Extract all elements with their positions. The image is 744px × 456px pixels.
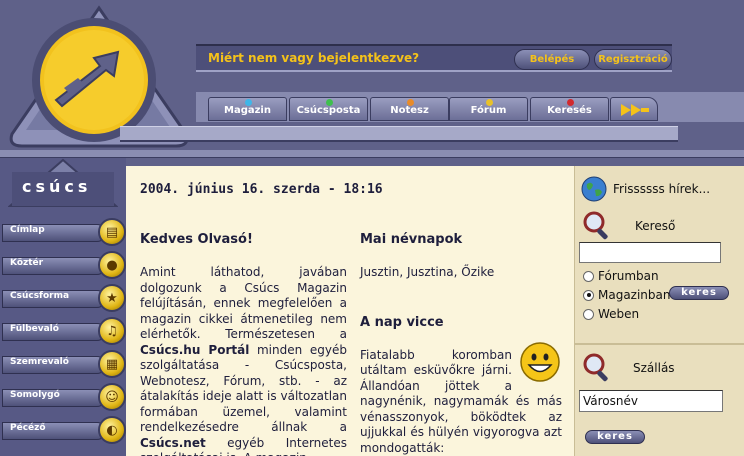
radio-button[interactable] — [583, 308, 594, 320]
sidebar-item-somolygo[interactable]: Somolygó ☺ — [0, 383, 126, 411]
namedays-text: Jusztin, Jusztina, Őzike — [360, 265, 495, 279]
sidebar-item-label: Csúcsforma — [10, 291, 70, 301]
radio-label: Fórumban — [598, 269, 659, 283]
news-link-row[interactable]: Frissssss hírek... — [581, 176, 710, 202]
greeting-column: Kedves Olvasó! Amint láthatod, javában d… — [140, 232, 347, 456]
divider — [575, 343, 744, 345]
tab-notesz[interactable]: Notesz — [370, 97, 449, 121]
radio-magazinban[interactable]: Magazinban — [583, 288, 671, 302]
status-led-icon — [567, 99, 574, 106]
tab-csucsposta[interactable]: Csúcsposta — [289, 97, 368, 121]
greeting-text-part: Amint láthatod, javában dolgozunk a Csúc… — [140, 265, 347, 341]
tab-forum[interactable]: Fórum — [449, 97, 528, 121]
register-button[interactable]: Regisztráció — [594, 49, 672, 70]
runner-icon: ★ — [98, 284, 126, 312]
joke-text: Fiatalabb koromban utáltam esküvőkre jár… — [360, 341, 562, 456]
tab-magazin[interactable]: Magazin — [208, 97, 287, 121]
info-column: Mai névnapok Jusztin, Jusztina, Őzike A … — [360, 232, 562, 456]
lodging-heading-row: Szállás — [581, 352, 675, 384]
radio-button[interactable] — [583, 270, 594, 282]
login-button[interactable]: Belépés — [514, 49, 590, 70]
news-link[interactable]: Frissssss hírek... — [613, 182, 710, 196]
tab-label: Keresés — [547, 105, 592, 116]
sidebar-item-label: Szemrevaló — [10, 357, 69, 367]
search-title: Kereső — [635, 219, 676, 233]
sidebar-item-label: Somolygó — [10, 390, 60, 400]
smiley-icon: ☺ — [98, 383, 126, 411]
music-note-icon: ♫ — [98, 317, 126, 345]
sidebar-item-label: Fülbevaló — [10, 324, 59, 334]
portal-link[interactable]: Csúcs.hu Portál — [140, 343, 249, 357]
sidebar-item-pecezo[interactable]: Pécéző ◐ — [0, 416, 126, 444]
sidebar-item-fulbevalo[interactable]: Fülbevaló ♫ — [0, 317, 126, 345]
main-content: 2004. június 16. szerda - 18:16 Kedves O… — [126, 166, 574, 456]
header-divider — [0, 150, 744, 158]
greeting-text: Amint láthatod, javában dolgozunk a Csúc… — [140, 265, 347, 456]
csucs-net-link[interactable]: Csúcs.net — [140, 436, 206, 450]
sidebar: csúcs Címlap ▤ Köztér ● Csúcsforma ★ Fül… — [0, 158, 126, 456]
header-rail — [120, 126, 678, 142]
radio-forumban[interactable]: Fórumban — [583, 269, 659, 283]
sidebar-item-label: Köztér — [10, 258, 44, 268]
tab-kereses[interactable]: Keresés — [530, 97, 609, 121]
site-header: Miért nem vagy bejelentkezve? Belépés Re… — [0, 0, 744, 150]
search-heading-row: Kereső — [581, 210, 675, 242]
tab-label: Csúcsposta — [296, 105, 361, 116]
status-led-icon — [245, 99, 252, 106]
microphone-icon: ● — [98, 251, 126, 279]
radio-button-checked[interactable] — [583, 289, 594, 301]
status-led-icon — [407, 99, 414, 106]
lodging-title: Szállás — [633, 361, 675, 375]
globe-icon — [581, 176, 607, 202]
sidebar-item-szemrevalo[interactable]: Szemrevaló ▦ — [0, 350, 126, 378]
tab-label: Magazin — [224, 105, 271, 116]
radio-weben[interactable]: Weben — [583, 307, 639, 321]
double-arrow-right-icon — [621, 104, 649, 116]
sidebar-item-cimlap[interactable]: Címlap ▤ — [0, 218, 126, 246]
sidebar-item-label: Címlap — [10, 225, 45, 235]
smiley-icon — [520, 341, 560, 382]
radio-label: Magazinban — [598, 288, 671, 302]
more-tabs-button[interactable] — [610, 97, 658, 121]
status-led-icon — [486, 99, 493, 106]
tab-label: Notesz — [390, 105, 429, 116]
joke-title: A nap vicce — [360, 314, 444, 330]
lodging-search-button[interactable]: keres — [585, 430, 645, 444]
picture-icon: ▦ — [98, 350, 126, 378]
date-heading: 2004. június 16. szerda - 18:16 — [140, 182, 383, 197]
right-sidebar: Frissssss hírek... Kereső Fórumban Magaz… — [574, 166, 744, 456]
magnifier-icon — [583, 353, 608, 382]
greeting-title: Kedves Olvasó! — [140, 232, 253, 247]
mouse-icon: ◐ — [98, 416, 126, 444]
search-input[interactable] — [579, 242, 721, 263]
radio-label: Weben — [598, 307, 640, 321]
book-icon: ▤ — [98, 218, 126, 246]
search-button[interactable]: keres — [669, 286, 729, 300]
sidebar-item-csucsforma[interactable]: Csúcsforma ★ — [0, 284, 126, 312]
tab-label: Fórum — [470, 105, 507, 116]
sidebar-item-kozter[interactable]: Köztér ● — [0, 251, 126, 279]
login-prompt: Miért nem vagy bejelentkezve? — [208, 51, 420, 65]
status-led-icon — [326, 99, 333, 106]
city-input[interactable]: Városnév — [579, 390, 723, 412]
magnifier-icon — [583, 211, 608, 240]
sidebar-item-label: Pécéző — [10, 423, 46, 433]
login-bar: Miért nem vagy bejelentkezve? Belépés Re… — [196, 44, 672, 72]
namedays-title: Mai névnapok — [360, 232, 463, 247]
brand-name[interactable]: csúcs — [22, 177, 91, 196]
